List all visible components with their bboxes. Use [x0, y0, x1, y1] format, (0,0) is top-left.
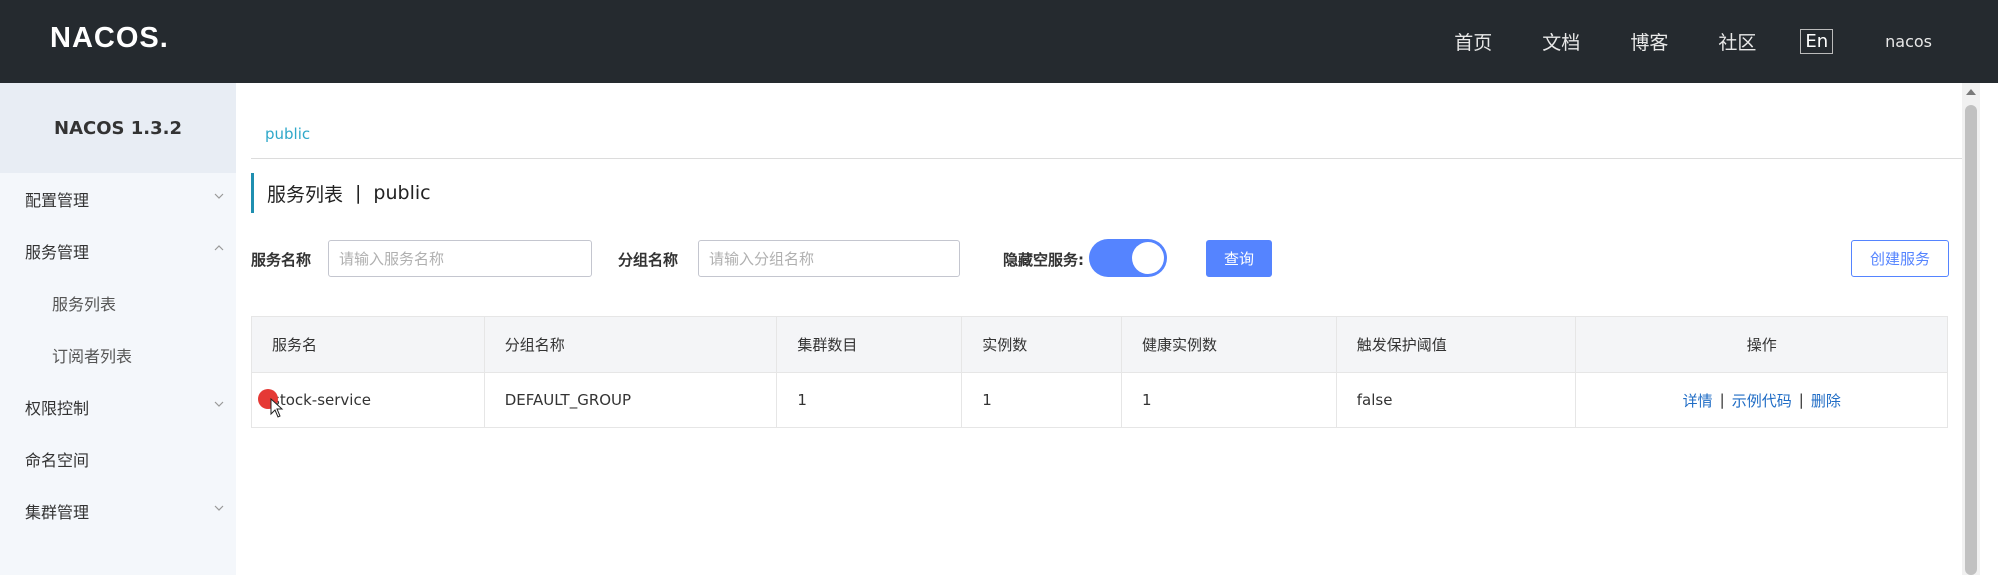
page-title-namespace: public [373, 182, 431, 204]
sidebar-item-config-management[interactable]: 配置管理 [0, 173, 236, 225]
cluster-count-cell: 1 [777, 373, 963, 427]
nav-community-link[interactable]: 社区 [1718, 28, 1756, 55]
group-name-cell: DEFAULT_GROUP [485, 373, 778, 427]
nav-blog-link[interactable]: 博客 [1630, 28, 1668, 55]
namespace-bar: public [251, 83, 1963, 159]
service-table: 服务名 分组名称 集群数目 实例数 健康实例数 触发保护阈值 操作 stock-… [251, 316, 1948, 428]
group-name-input[interactable] [698, 240, 960, 277]
chevron-down-icon [214, 191, 224, 201]
column-header: 实例数 [962, 317, 1123, 372]
page-title: 服务列表 | public [251, 173, 431, 213]
sample-code-link[interactable]: 示例代码 [1732, 390, 1792, 411]
instance-count-cell: 1 [962, 373, 1123, 427]
sidebar-item-namespace[interactable]: 命名空间 [0, 433, 236, 485]
nav-home-link[interactable]: 首页 [1454, 28, 1492, 55]
column-header: 服务名 [252, 317, 485, 372]
column-header: 触发保护阈值 [1337, 317, 1577, 372]
actions-cell: 详情 | 示例代码 | 删除 [1576, 373, 1947, 427]
action-separator: | [1798, 391, 1804, 409]
chevron-up-icon [214, 243, 224, 253]
scroll-up-icon[interactable] [1966, 89, 1976, 95]
page-title-text: 服务列表 [267, 183, 344, 206]
sidebar-item-access-control[interactable]: 权限控制 [0, 381, 236, 433]
sidebar-item-cluster-management[interactable]: 集群管理 [0, 485, 236, 537]
sidebar-item-label: 订阅者列表 [52, 347, 133, 366]
filter-bar: 服务名称 分组名称 隐藏空服务: 查询 创建服务 [251, 238, 1963, 278]
mouse-cursor-icon [270, 398, 284, 418]
chevron-down-icon [214, 399, 224, 409]
column-header: 集群数目 [777, 317, 963, 372]
top-navbar: NACOS. 首页 文档 博客 社区 En nacos [0, 0, 1998, 83]
table-header: 服务名 分组名称 集群数目 实例数 健康实例数 触发保护阈值 操作 [252, 317, 1947, 372]
language-toggle-button[interactable]: En [1800, 29, 1834, 54]
scrollbar-thumb[interactable] [1965, 105, 1977, 575]
user-name[interactable]: nacos [1885, 32, 1932, 51]
sidebar-item-subscriber-list[interactable]: 订阅者列表 [0, 329, 236, 381]
vertical-scrollbar[interactable] [1962, 83, 1980, 575]
service-name-label: 服务名称 [251, 251, 312, 269]
chevron-down-icon [214, 503, 224, 513]
create-service-button[interactable]: 创建服务 [1851, 240, 1949, 277]
sidebar-item-label: 命名空间 [25, 451, 90, 470]
column-header: 分组名称 [485, 317, 778, 372]
column-header: 健康实例数 [1122, 317, 1337, 372]
sidebar-item-label: 服务列表 [52, 295, 117, 314]
details-link[interactable]: 详情 [1683, 390, 1713, 411]
sidebar-item-label: 配置管理 [25, 191, 90, 210]
action-separator: | [1719, 391, 1725, 409]
column-header: 操作 [1746, 336, 1777, 354]
main-content: public 服务列表 | public 服务名称 分组名称 隐藏空服务: 查询… [236, 83, 1963, 575]
protect-threshold-cell: false [1337, 373, 1577, 427]
sidebar-item-service-management[interactable]: 服务管理 [0, 225, 236, 277]
sidebar-item-label: 服务管理 [25, 243, 90, 262]
sidebar: NACOS 1.3.2 配置管理 服务管理 服务列表 订阅者列表 权限控制 命名… [0, 83, 236, 575]
service-name-input[interactable] [328, 240, 592, 277]
table-row: stock-service DEFAULT_GROUP 1 1 1 false … [252, 372, 1947, 427]
query-button[interactable]: 查询 [1206, 240, 1272, 277]
delete-link[interactable]: 删除 [1811, 390, 1841, 411]
top-nav: 首页 文档 博客 社区 En nacos [1454, 0, 1998, 83]
sidebar-item-service-list[interactable]: 服务列表 [0, 277, 236, 329]
version-label: NACOS 1.3.2 [0, 83, 236, 173]
sidebar-item-label: 集群管理 [25, 503, 90, 522]
nacos-logo[interactable]: NACOS. [50, 22, 169, 55]
hide-empty-toggle[interactable] [1089, 239, 1167, 277]
nav-docs-link[interactable]: 文档 [1542, 28, 1580, 55]
namespace-public-link[interactable]: public [265, 125, 310, 143]
healthy-instance-cell: 1 [1122, 373, 1337, 427]
service-name-cell: stock-service [252, 373, 485, 427]
hide-empty-label: 隐藏空服务: [1003, 251, 1084, 269]
sidebar-item-label: 权限控制 [25, 399, 90, 418]
toggle-knob [1132, 242, 1164, 274]
title-separator: | [355, 182, 362, 204]
group-name-label: 分组名称 [618, 251, 679, 269]
